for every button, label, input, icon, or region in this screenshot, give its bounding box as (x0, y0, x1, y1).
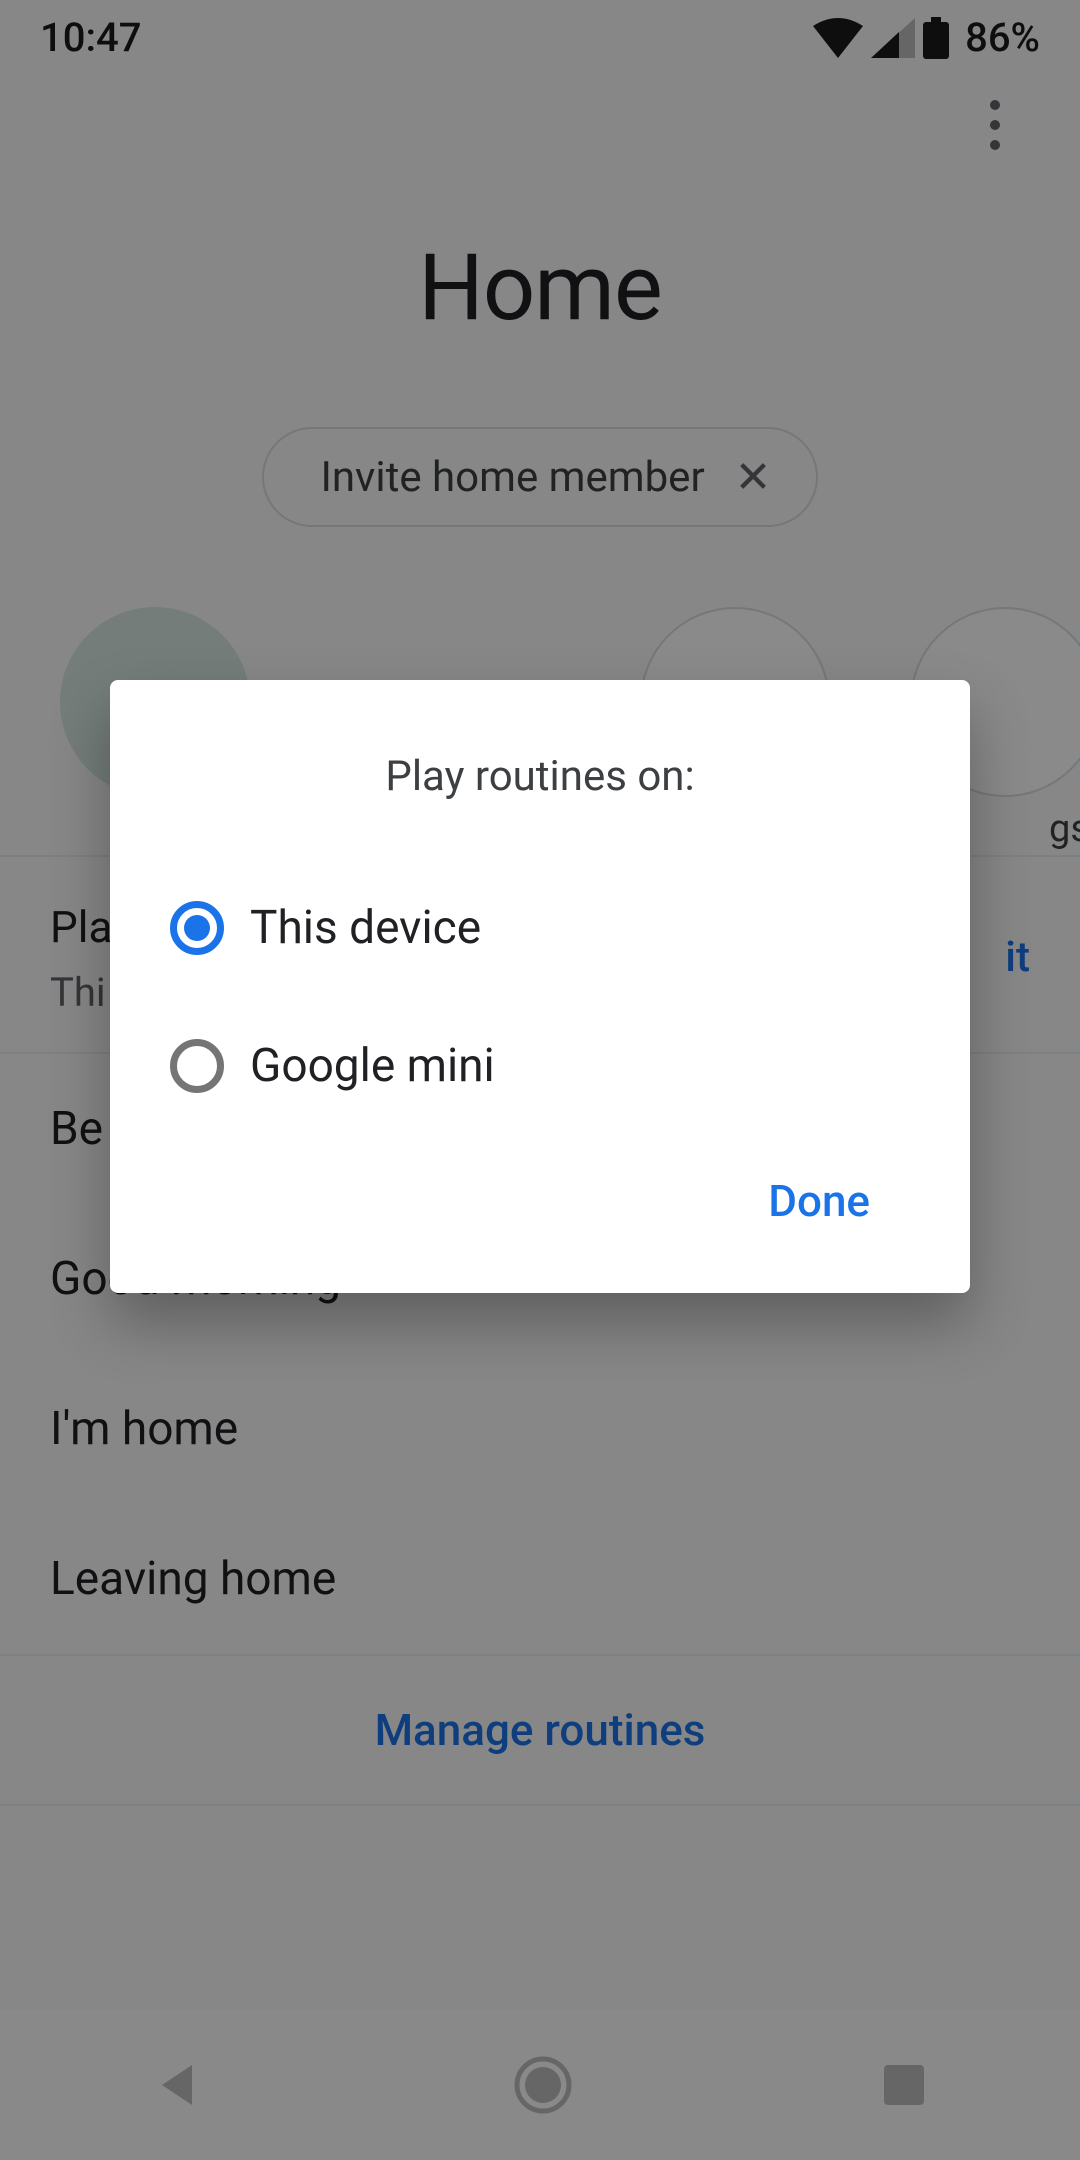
radio-label: Google mini (250, 1039, 495, 1093)
play-routines-dialog: Play routines on: This device Google min… (110, 680, 970, 1293)
radio-option-google-mini[interactable]: Google mini (170, 1009, 910, 1123)
radio-icon (170, 1039, 224, 1093)
radio-icon (170, 901, 224, 955)
radio-label: This device (250, 901, 481, 955)
radio-option-this-device[interactable]: This device (170, 871, 910, 985)
radio-group: This device Google mini (110, 871, 970, 1123)
dialog-title: Play routines on: (110, 752, 970, 801)
done-button[interactable]: Done (748, 1159, 890, 1243)
dialog-actions: Done (110, 1123, 970, 1243)
